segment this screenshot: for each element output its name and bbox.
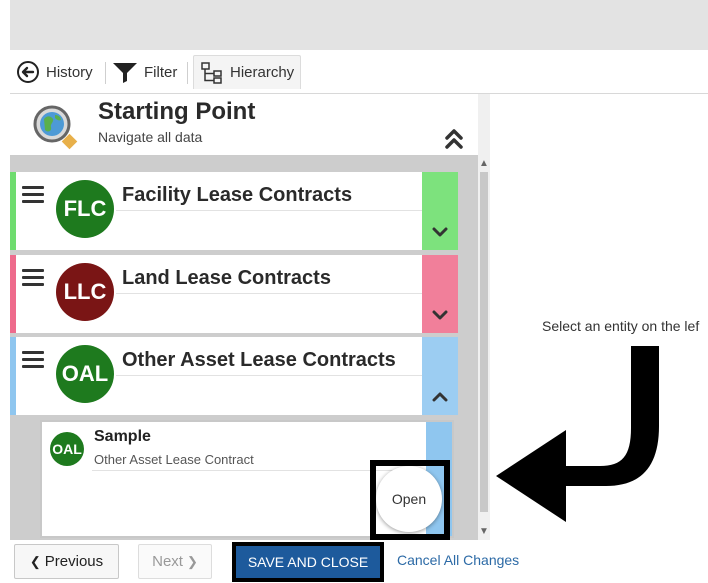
card-divider	[116, 375, 422, 376]
card-title: Land Lease Contracts	[122, 267, 331, 289]
chevron-down-icon[interactable]	[432, 307, 448, 323]
card-color-stripe	[10, 172, 16, 250]
chevron-down-icon[interactable]	[432, 224, 448, 240]
card-color-stripe	[10, 255, 16, 333]
drag-handle-icon[interactable]	[22, 186, 44, 203]
double-chevron-up-icon[interactable]	[444, 128, 464, 150]
entity-badge: OAL	[50, 432, 84, 466]
empty-state-message: Select an entity on the lef	[542, 318, 700, 334]
drag-handle-icon[interactable]	[22, 269, 44, 286]
cancel-all-changes-link[interactable]: Cancel All Changes	[397, 552, 519, 568]
filter-label: Filter	[144, 63, 178, 81]
entity-badge: OAL	[56, 345, 114, 403]
toolbar-separator	[187, 62, 188, 84]
entity-badge: FLC	[56, 180, 114, 238]
sample-title: Sample	[94, 428, 151, 445]
scroll-up-arrow-icon[interactable]: ▲	[479, 158, 489, 169]
funnel-filter-icon	[113, 63, 137, 83]
starting-point-subtitle: Navigate all data	[98, 129, 203, 145]
scroll-thumb[interactable]	[480, 172, 488, 512]
toolbar-separator	[105, 62, 106, 84]
card-title: Other Asset Lease Contracts	[122, 349, 396, 371]
hierarchy-button[interactable]: Hierarchy	[193, 55, 302, 89]
card-other-asset-lease-contracts[interactable]: OAL Other Asset Lease Contracts	[10, 337, 458, 415]
hierarchy-tree-icon	[201, 61, 222, 84]
hierarchy-label: Hierarchy	[230, 64, 295, 81]
history-label: History	[46, 63, 93, 81]
entity-badge: LLC	[56, 263, 114, 321]
bottom-action-bar: ❮ Previous Next ❯ SAVE AND CLOSE Cancel …	[10, 540, 708, 583]
drag-handle-icon[interactable]	[22, 351, 44, 368]
chevron-left-icon: ❮	[29, 553, 41, 569]
previous-button[interactable]: ❮ Previous	[14, 544, 119, 579]
card-title: Facility Lease Contracts	[122, 184, 353, 206]
card-land-lease-contracts[interactable]: LLC Land Lease Contracts	[10, 255, 458, 333]
card-facility-lease-contracts[interactable]: FLC Facility Lease Contracts	[10, 172, 458, 250]
filter-button[interactable]: Filter	[112, 55, 177, 89]
chevron-right-icon: ❯	[186, 553, 198, 569]
card-color-stripe	[10, 337, 16, 415]
card-divider	[116, 210, 422, 211]
previous-label: Previous	[44, 553, 104, 570]
history-button[interactable]: History	[16, 55, 93, 89]
card-divider	[116, 293, 422, 294]
open-button[interactable]: Open	[376, 466, 442, 532]
highlight-box: SAVE AND CLOSE	[232, 542, 384, 582]
toolbar: History Filter Hierarchy	[10, 50, 708, 94]
starting-point-title: Starting Point	[98, 98, 256, 125]
chevron-up-icon[interactable]	[432, 389, 448, 405]
globe-search-icon	[33, 105, 78, 150]
pointer-arrow-icon	[496, 346, 659, 522]
top-header-bar	[10, 0, 708, 50]
sample-subtitle: Other Asset Lease Contract	[94, 452, 254, 467]
back-arrow-circle-icon	[17, 61, 39, 83]
save-and-close-button[interactable]: SAVE AND CLOSE	[236, 546, 380, 578]
starting-point-header[interactable]: Starting Point Navigate all data	[10, 94, 478, 156]
next-label: Next	[152, 553, 183, 570]
next-button[interactable]: Next ❯	[138, 544, 212, 579]
